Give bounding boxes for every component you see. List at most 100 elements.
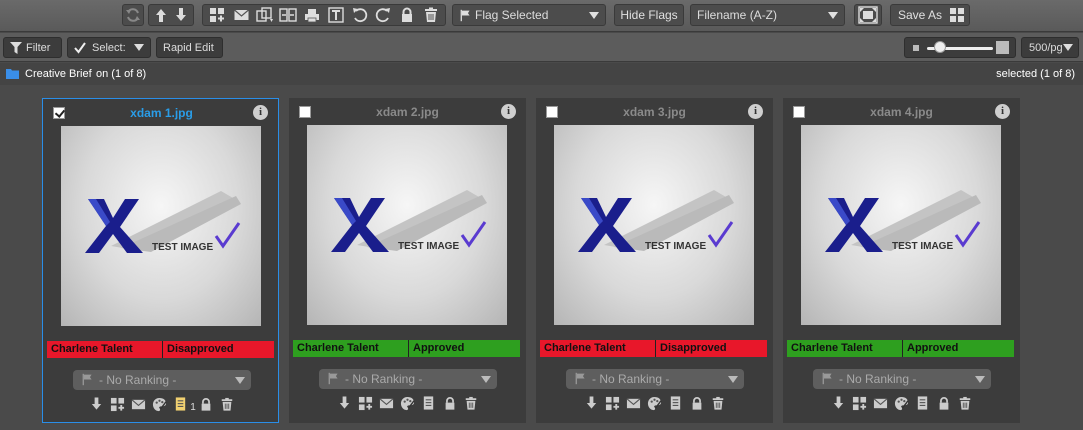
delete-button[interactable] — [218, 395, 236, 413]
note-icon — [668, 395, 683, 411]
copy-icon — [256, 7, 273, 22]
lock-button[interactable] — [688, 394, 706, 412]
compare-button[interactable] — [277, 5, 300, 25]
move-group — [148, 4, 194, 26]
lock-icon — [399, 7, 415, 23]
action-group — [202, 4, 446, 26]
hide-flags-button[interactable]: Hide Flags — [614, 4, 684, 26]
ranking-dropdown[interactable]: - No Ranking - — [319, 369, 497, 389]
rotate-right-button[interactable] — [372, 5, 395, 25]
download-icon — [831, 395, 846, 411]
text-icon — [328, 7, 344, 23]
flag-icon — [81, 373, 94, 386]
note-icon — [421, 395, 436, 411]
palette-icon — [894, 396, 909, 411]
filter-button[interactable]: Filter — [3, 37, 62, 58]
notes-button[interactable] — [420, 394, 438, 412]
refresh-button[interactable] — [122, 4, 144, 26]
ranking-dropdown[interactable]: - No Ranking - — [813, 369, 991, 389]
thumbnail-image[interactable]: TEST IMAGE — [307, 125, 507, 325]
info-icon[interactable]: i — [253, 105, 268, 120]
approver-name: Charlene Talent — [787, 340, 903, 357]
notes-button[interactable] — [171, 395, 189, 413]
ranking-label: - No Ranking - — [592, 372, 670, 386]
info-icon[interactable]: i — [748, 104, 763, 119]
annotate-button[interactable] — [646, 394, 664, 412]
asset-card[interactable]: xdam 3.jpg i TEST IMAGE Charlene Talent … — [536, 98, 773, 423]
chevron-down-icon — [728, 376, 738, 383]
annotate-button[interactable] — [399, 394, 417, 412]
save-as-button[interactable]: Save As — [890, 4, 970, 26]
download-button[interactable] — [583, 394, 601, 412]
thumbnail-image[interactable]: TEST IMAGE — [554, 125, 754, 325]
rotate-left-button[interactable] — [348, 5, 371, 25]
asset-card[interactable]: xdam 2.jpg i TEST IMAGE Charlene Talent … — [289, 98, 526, 423]
folder-name-link[interactable]: Creative Brief — [25, 68, 92, 80]
thumbnail-size-slider[interactable] — [904, 37, 1016, 58]
thumbnail-image[interactable]: TEST IMAGE — [801, 125, 1001, 325]
thumbnail-image[interactable]: TEST IMAGE — [61, 126, 261, 326]
lock-button[interactable] — [441, 394, 459, 412]
email-button[interactable] — [872, 394, 890, 412]
move-up-button[interactable] — [152, 5, 171, 25]
ranking-dropdown[interactable]: - No Ranking - — [566, 369, 744, 389]
ranking-dropdown[interactable]: - No Ranking - — [73, 370, 251, 390]
add-to-collection-button[interactable] — [851, 394, 869, 412]
download-button[interactable] — [336, 394, 354, 412]
filename[interactable]: xdam 3.jpg — [536, 105, 773, 119]
copy-button[interactable] — [253, 5, 276, 25]
move-down-button[interactable] — [172, 5, 191, 25]
main-toolbar: Flag Selected Hide Flags Filename (A-Z) … — [0, 0, 1083, 32]
asset-card[interactable]: xdam 1.jpg i TEST IMAGE Charlene Talent … — [42, 98, 279, 423]
annotate-button[interactable] — [893, 394, 911, 412]
email-button[interactable] — [625, 394, 643, 412]
notes-button[interactable] — [667, 394, 685, 412]
filename[interactable]: xdam 2.jpg — [289, 105, 526, 119]
sort-dropdown[interactable]: Filename (A-Z) — [690, 4, 845, 26]
add-to-collection-button[interactable] — [206, 5, 229, 25]
delete-button[interactable] — [956, 394, 974, 412]
email-button[interactable] — [378, 394, 396, 412]
asset-card[interactable]: xdam 4.jpg i TEST IMAGE Charlene Talent … — [783, 98, 1020, 423]
delete-button[interactable] — [462, 394, 480, 412]
print-button[interactable] — [301, 5, 324, 25]
info-icon[interactable]: i — [501, 104, 516, 119]
notes-button[interactable] — [914, 394, 932, 412]
select-dropdown[interactable]: Select: — [67, 37, 151, 58]
email-button[interactable] — [129, 395, 147, 413]
grid-icon — [950, 8, 965, 22]
mail-icon — [378, 396, 395, 411]
mail-icon — [625, 396, 642, 411]
download-button[interactable] — [87, 395, 105, 413]
filename[interactable]: xdam 4.jpg — [783, 105, 1020, 119]
test-image-graphic: TEST IMAGE — [331, 190, 487, 252]
download-button[interactable] — [830, 394, 848, 412]
note-icon — [173, 396, 188, 412]
mail-icon — [233, 7, 250, 23]
email-button[interactable] — [230, 5, 253, 25]
add-to-collection-button[interactable] — [604, 394, 622, 412]
sort-dropdown-label: Filename (A-Z) — [697, 8, 778, 22]
text-button[interactable] — [325, 5, 348, 25]
lock-button[interactable] — [197, 395, 215, 413]
download-icon — [337, 395, 352, 411]
annotate-button[interactable] — [150, 395, 168, 413]
slider-handle[interactable] — [934, 41, 947, 53]
delete-button[interactable] — [419, 5, 442, 25]
info-icon[interactable]: i — [995, 104, 1010, 119]
rapid-edit-button[interactable]: Rapid Edit — [156, 37, 223, 58]
trash-icon — [220, 397, 234, 412]
add-to-collection-button[interactable] — [357, 394, 375, 412]
ranking-label: - No Ranking - — [345, 372, 423, 386]
fullscreen-button[interactable] — [854, 4, 882, 26]
flag-selected-dropdown[interactable]: Flag Selected — [452, 4, 606, 26]
rotate-right-icon — [376, 8, 391, 23]
lock-button[interactable] — [396, 5, 419, 25]
trash-icon — [711, 396, 725, 411]
delete-button[interactable] — [709, 394, 727, 412]
lock-button[interactable] — [935, 394, 953, 412]
add-to-collection-button[interactable] — [108, 395, 126, 413]
trash-icon — [958, 396, 972, 411]
filename[interactable]: xdam 1.jpg — [43, 106, 280, 120]
per-page-dropdown[interactable]: 500/pg — [1021, 37, 1079, 58]
